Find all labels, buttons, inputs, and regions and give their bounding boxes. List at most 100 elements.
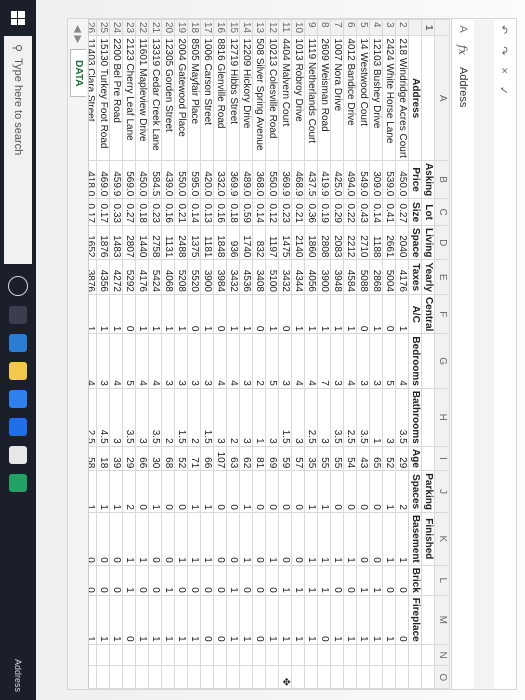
cell[interactable] <box>239 665 253 689</box>
cell[interactable]: 54 <box>343 446 357 471</box>
column-header[interactable]: M <box>434 595 450 645</box>
cell[interactable] <box>395 665 409 689</box>
cell[interactable]: Size <box>408 198 422 226</box>
cell[interactable]: 1740 <box>239 225 253 260</box>
cell[interactable]: 3 <box>213 388 227 447</box>
cell[interactable]: 3 <box>382 388 396 447</box>
cell[interactable]: 1375 <box>187 225 201 260</box>
cell[interactable]: 0 <box>213 595 227 645</box>
cell[interactable]: 3.5 <box>356 388 370 447</box>
cell[interactable]: 1 <box>304 294 318 334</box>
row-header[interactable]: 2 <box>395 19 409 36</box>
cell[interactable]: 3900 <box>317 259 331 295</box>
cell[interactable]: 0 <box>161 470 175 513</box>
cell[interactable]: 18 <box>96 446 110 471</box>
cell[interactable]: Fireplace <box>408 595 422 645</box>
cell[interactable] <box>96 665 110 689</box>
cell[interactable]: Living <box>421 225 435 260</box>
cell[interactable]: 1 <box>174 512 188 566</box>
column-header[interactable]: J <box>434 470 450 513</box>
cell[interactable]: 1197 <box>265 225 279 260</box>
cell[interactable]: 1 <box>88 294 97 334</box>
formula-input[interactable]: Address <box>457 67 469 689</box>
edge-icon[interactable] <box>9 334 27 352</box>
cell[interactable]: 550.0 <box>174 160 188 199</box>
cell[interactable]: 1119 Netherlands Court <box>304 35 318 161</box>
cell[interactable]: 2807 <box>122 225 136 260</box>
table-row[interactable]: 22 11601 Mapleview Drive 450.0 0.18 1440 4176… <box>135 19 149 689</box>
taskbar-search[interactable]: ⚲ Type here to search <box>4 36 32 264</box>
cell[interactable] <box>421 665 435 689</box>
cell[interactable]: Space <box>408 225 422 260</box>
undo-icon[interactable]: ↶ <box>498 25 511 34</box>
cell[interactable]: 2 <box>122 470 136 513</box>
cell[interactable]: 3 <box>265 388 279 447</box>
table-row[interactable]: Address Price Size Space Taxes A/C Bedrooms Bat… <box>408 19 422 689</box>
cell[interactable]: 0.41 <box>382 198 396 226</box>
cell[interactable]: 0 <box>226 512 240 566</box>
cell[interactable]: 2004 Gatewood Place <box>174 35 188 161</box>
cell[interactable]: 3.5 <box>122 388 136 447</box>
cell[interactable]: 1 <box>343 512 357 566</box>
cortana-icon[interactable] <box>8 276 28 296</box>
cell[interactable]: 8816 Glenville Road <box>213 35 227 161</box>
cell[interactable]: 57 <box>291 446 305 471</box>
cell[interactable]: 1 <box>252 388 266 447</box>
cell[interactable] <box>135 644 149 666</box>
cell[interactable]: 0 <box>278 294 292 334</box>
cell[interactable]: 0 <box>265 565 279 596</box>
cell[interactable] <box>421 446 435 471</box>
cell[interactable]: 0 <box>278 512 292 566</box>
cell[interactable]: 0.43 <box>356 198 370 226</box>
column-header[interactable]: G <box>434 333 450 389</box>
cell[interactable]: 0 <box>252 595 266 645</box>
cell[interactable]: 14 Westwood Court <box>356 35 370 161</box>
cell[interactable]: 425.0 <box>330 160 344 199</box>
cell[interactable]: 439.0 <box>161 160 175 199</box>
cell[interactable]: Yearly <box>421 259 435 295</box>
cell[interactable]: 81 <box>252 446 266 471</box>
data-table[interactable]: ABCDEFGHIJKLMNO 1 Asking Lot Living Yearly Ce… <box>88 19 450 689</box>
cell[interactable]: Asking <box>421 160 435 199</box>
cell[interactable] <box>200 665 214 689</box>
cell[interactable]: 0 <box>174 565 188 596</box>
cell[interactable]: 58 <box>88 446 97 471</box>
cell[interactable]: 0 <box>213 512 227 566</box>
cell[interactable]: 1 <box>330 595 344 645</box>
cell[interactable]: 1 <box>382 512 396 566</box>
cell[interactable]: Parking <box>421 470 435 513</box>
cell[interactable]: 66 <box>135 446 149 471</box>
cell[interactable]: 0 <box>213 294 227 334</box>
cell[interactable]: 1 <box>317 565 331 596</box>
row-header[interactable]: 24 <box>109 19 123 36</box>
cell[interactable]: 0 <box>382 565 396 596</box>
cell[interactable]: 468.9 <box>291 160 305 199</box>
cell[interactable] <box>88 665 97 689</box>
cell[interactable] <box>252 665 266 689</box>
row-header[interactable]: 20 <box>161 19 175 36</box>
cell[interactable]: 419.9 <box>317 160 331 199</box>
cell[interactable] <box>408 665 422 689</box>
cell[interactable]: 7 <box>317 333 331 389</box>
cell[interactable]: 1 <box>88 595 97 645</box>
cell[interactable]: 0.16 <box>161 198 175 226</box>
cell[interactable]: 1 <box>369 294 383 334</box>
cell[interactable] <box>226 644 240 666</box>
cell[interactable] <box>421 644 435 666</box>
cell[interactable]: 1006 Carson Street <box>200 35 214 161</box>
cell[interactable]: 1 <box>109 294 123 334</box>
cell[interactable]: 539.0 <box>382 160 396 199</box>
cell[interactable]: 4176 <box>135 259 149 295</box>
cell[interactable]: 1 <box>122 512 136 566</box>
cell[interactable]: 5 <box>382 333 396 389</box>
cell[interactable]: 1 <box>382 470 396 513</box>
cell[interactable]: 1 <box>369 595 383 645</box>
cell[interactable]: 0.14 <box>369 198 383 226</box>
row-header[interactable] <box>408 19 422 36</box>
cell[interactable]: 11601 Mapleview Drive <box>135 35 149 161</box>
cell[interactable]: 68 <box>161 446 175 471</box>
cell[interactable]: 3432 <box>226 259 240 295</box>
cell[interactable] <box>265 665 279 689</box>
cell[interactable] <box>330 665 344 689</box>
cell[interactable]: 1440 <box>135 225 149 260</box>
